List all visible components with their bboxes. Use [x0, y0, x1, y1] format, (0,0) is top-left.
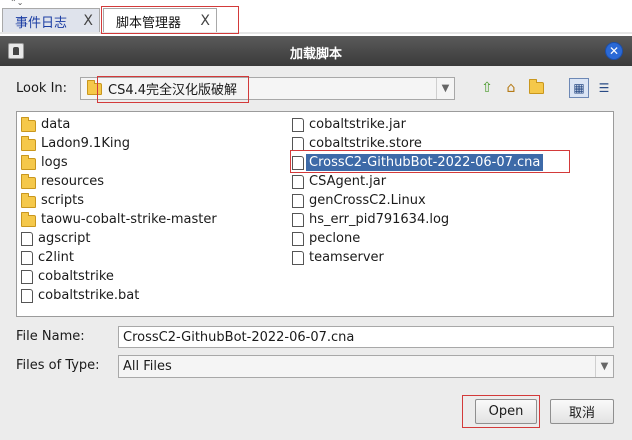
list-item[interactable]: c2lint [21, 248, 217, 267]
details-view-icon[interactable]: ☰ [594, 78, 614, 98]
folder-icon [21, 136, 36, 151]
tab-script-manager[interactable]: 脚本管理器 X [103, 8, 217, 33]
file-icon [292, 193, 304, 208]
list-item[interactable]: cobaltstrike.bat [21, 286, 217, 305]
look-in-label: Look In: [16, 81, 68, 96]
folder-icon [21, 117, 36, 132]
chevron-down-icon[interactable]: ▼ [436, 78, 454, 99]
folder-icon [21, 212, 36, 227]
folder-icon [87, 79, 102, 95]
list-view-icon[interactable]: ▦ [569, 78, 589, 98]
list-item[interactable]: agscript [21, 229, 217, 248]
drag-grip-icon[interactable]: ⌃⌄ [10, 0, 23, 7]
list-item[interactable]: taowu-cobalt-strike-master [21, 210, 217, 229]
folder-icon [21, 174, 36, 189]
file-icon [292, 231, 304, 246]
open-button[interactable]: Open [475, 399, 537, 424]
file-icon [21, 288, 33, 303]
files-of-type-label: Files of Type: [16, 358, 100, 373]
folder-icon [21, 193, 36, 208]
file-name-label: File Name: [16, 329, 85, 344]
file-icon [292, 250, 304, 265]
list-item[interactable]: Ladon9.1King [21, 134, 217, 153]
tab-close-icon[interactable]: X [200, 13, 210, 29]
new-folder-icon[interactable] [527, 79, 545, 97]
dialog-titlebar[interactable]: 加载脚本 ✕ [0, 36, 632, 66]
list-item[interactable]: logs [21, 153, 217, 172]
file-name-field[interactable] [118, 326, 614, 348]
folder-icon [21, 155, 36, 170]
list-item-selected[interactable]: CrossC2-GithubBot-2022-06-07.cna [292, 153, 544, 172]
file-icon [21, 250, 33, 265]
cancel-button[interactable]: 取消 [550, 399, 614, 424]
tab-close-icon[interactable]: X [83, 13, 93, 29]
file-icon [21, 269, 33, 284]
file-icon [292, 212, 304, 227]
dialog-title: 加载脚本 [289, 47, 342, 62]
file-icon [21, 231, 33, 246]
files-of-type-value: All Files [123, 359, 172, 374]
file-icon [292, 174, 304, 189]
list-item[interactable]: data [21, 115, 217, 134]
chevron-down-icon[interactable]: ▼ [595, 356, 613, 377]
tab-label: 脚本管理器 [116, 15, 182, 31]
list-item[interactable]: peclone [292, 229, 543, 248]
list-item[interactable]: genCrossC2.Linux [292, 191, 543, 210]
file-icon [292, 136, 304, 151]
folder-icon [528, 79, 544, 94]
list-item[interactable]: cobaltstrike [21, 267, 217, 286]
files-of-type-combo[interactable]: All Files ▼ [118, 355, 614, 378]
home-icon[interactable]: ⌂ [502, 79, 520, 97]
list-item[interactable]: cobaltstrike.jar [292, 115, 543, 134]
tab-label: 事件日志 [15, 15, 68, 31]
tab-strip: ⌃⌄ 事件日志 X 脚本管理器 X [0, 0, 632, 34]
file-list[interactable]: data Ladon9.1King logs resources scripts… [16, 111, 614, 317]
list-item[interactable]: CSAgent.jar [292, 172, 543, 191]
file-column-2: cobaltstrike.jar cobaltstrike.store Cros… [292, 115, 544, 267]
look-in-combo[interactable]: CS4.4完全汉化版破解 ▼ [80, 77, 455, 100]
tab-event-log[interactable]: 事件日志 X [2, 8, 100, 33]
list-item[interactable]: cobaltstrike.store [292, 134, 543, 153]
look-in-value: CS4.4完全汉化版破解 [108, 83, 238, 98]
file-icon [292, 117, 304, 132]
list-item[interactable]: teamserver [292, 248, 543, 267]
list-item[interactable]: hs_err_pid791634.log [292, 210, 543, 229]
file-column-1: data Ladon9.1King logs resources scripts… [21, 115, 217, 305]
close-icon[interactable]: ✕ [605, 42, 623, 60]
list-item[interactable]: resources [21, 172, 217, 191]
file-icon [292, 155, 304, 170]
tab-divider [0, 32, 632, 34]
up-folder-icon[interactable]: ⇧ [478, 79, 496, 97]
list-item[interactable]: scripts [21, 191, 217, 210]
